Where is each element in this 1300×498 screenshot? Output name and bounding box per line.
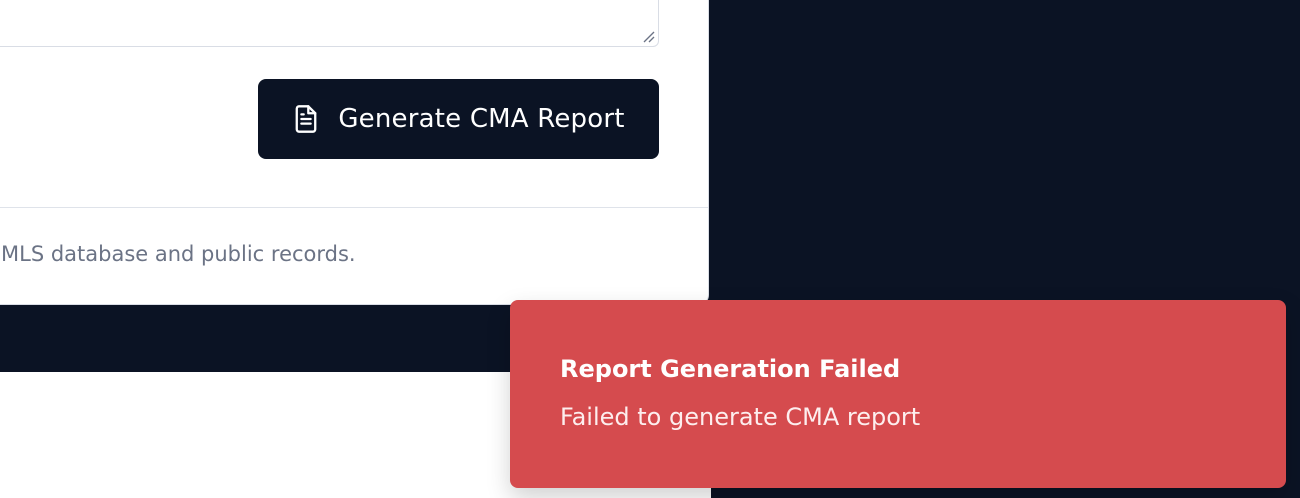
card-footer-text: MLS database and public records. xyxy=(1,242,356,266)
notes-textarea[interactable] xyxy=(0,0,659,47)
document-icon xyxy=(292,104,320,134)
toast-description: Failed to generate CMA report xyxy=(560,403,921,431)
error-toast[interactable]: Report Generation Failed Failed to gener… xyxy=(510,300,1286,488)
cma-form-card: Generate CMA Report MLS database and pub… xyxy=(0,0,709,305)
card-divider xyxy=(0,207,708,208)
generate-cma-report-button[interactable]: Generate CMA Report xyxy=(258,79,659,159)
generate-button-label: Generate CMA Report xyxy=(338,104,625,134)
resize-handle-icon[interactable] xyxy=(641,29,655,43)
toast-title: Report Generation Failed xyxy=(560,355,901,383)
